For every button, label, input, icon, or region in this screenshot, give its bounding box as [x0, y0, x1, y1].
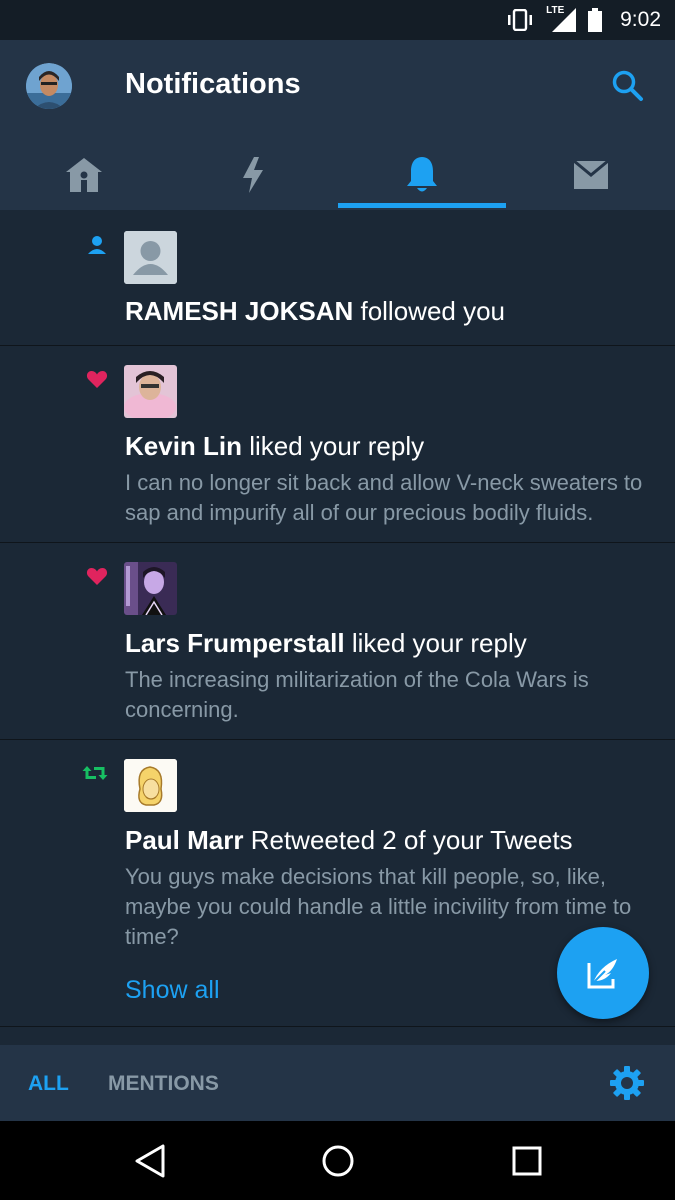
avatar[interactable]: [124, 231, 177, 284]
notification-user[interactable]: Lars Frumperstall: [125, 628, 345, 658]
status-time: 9:02: [620, 8, 661, 31]
tab-bar: [0, 140, 675, 210]
page-title: Notifications: [125, 68, 301, 100]
avatar[interactable]: [124, 365, 177, 418]
tab-home[interactable]: [0, 140, 169, 210]
system-navigation-bar: [0, 1121, 675, 1200]
notification-item[interactable]: Lars Frumperstall liked your reply The i…: [0, 543, 675, 740]
profile-photo: [26, 63, 72, 109]
tweet-snippet[interactable]: I can no longer sit back and allow V-nec…: [125, 468, 665, 528]
filter-mentions-tab[interactable]: MENTIONS: [108, 1072, 219, 1096]
app-header: Notifications: [0, 40, 675, 210]
settings-button[interactable]: [607, 1063, 647, 1103]
user-avatar-image: [124, 562, 177, 615]
bell-icon: [406, 157, 437, 192]
notification-action: Retweeted 2 of your Tweets: [243, 825, 573, 855]
home-circle-icon[interactable]: [320, 1143, 356, 1179]
follow-person-icon: [88, 236, 106, 254]
tab-messages[interactable]: [506, 140, 675, 210]
search-button[interactable]: [610, 68, 646, 104]
notification-item[interactable]: Kevin Lin liked your reply I can no long…: [0, 346, 675, 543]
notification-user[interactable]: Kevin Lin: [125, 431, 242, 461]
heart-icon: [86, 371, 108, 388]
back-icon[interactable]: [133, 1143, 167, 1179]
lightning-icon: [243, 157, 264, 193]
profile-avatar[interactable]: [26, 63, 72, 109]
tab-notifications[interactable]: [338, 140, 507, 210]
notification-user[interactable]: Paul Marr: [125, 825, 244, 855]
filter-all-tab[interactable]: ALL: [28, 1072, 69, 1096]
notification-text: Lars Frumperstall liked your reply: [125, 628, 527, 659]
notification-action: liked your reply: [242, 431, 425, 461]
show-all-link[interactable]: Show all: [125, 976, 220, 1005]
notification-action: liked your reply: [344, 628, 527, 658]
notification-text: Kevin Lin liked your reply: [125, 431, 424, 462]
user-avatar-image: [124, 365, 177, 418]
search-icon: [612, 70, 643, 101]
compose-quill-icon: [587, 959, 617, 989]
notification-text: Paul Marr Retweeted 2 of your Tweets: [125, 825, 573, 856]
gear-icon: [610, 1066, 644, 1100]
avatar[interactable]: [124, 759, 177, 812]
vibrate-icon: [508, 9, 533, 31]
status-bar: LTE 9:02: [0, 0, 675, 40]
avatar[interactable]: [124, 562, 177, 615]
tweet-snippet[interactable]: The increasing militarization of the Col…: [125, 665, 665, 725]
home-icon: [66, 158, 103, 192]
retweet-icon: [82, 766, 108, 780]
signal-icon: [552, 8, 577, 32]
compose-tweet-button[interactable]: [557, 927, 649, 1019]
notifications-list: RAMESH JOKSAN followed you Kevin Lin lik…: [0, 210, 675, 1027]
battery-icon: [588, 8, 603, 32]
notification-item[interactable]: RAMESH JOKSAN followed you: [0, 210, 675, 346]
tab-moments[interactable]: [169, 140, 338, 210]
recents-icon[interactable]: [511, 1143, 543, 1179]
notifications-filter-bar: ALL MENTIONS: [0, 1045, 675, 1121]
notification-user[interactable]: RAMESH JOKSAN: [125, 296, 353, 326]
active-tab-indicator: [338, 203, 506, 208]
heart-icon: [86, 568, 108, 585]
notification-action: followed you: [353, 296, 506, 326]
mail-icon: [572, 160, 609, 189]
user-avatar-image: [124, 759, 177, 812]
default-avatar-icon: [124, 231, 177, 284]
notification-text: RAMESH JOKSAN followed you: [125, 296, 505, 327]
